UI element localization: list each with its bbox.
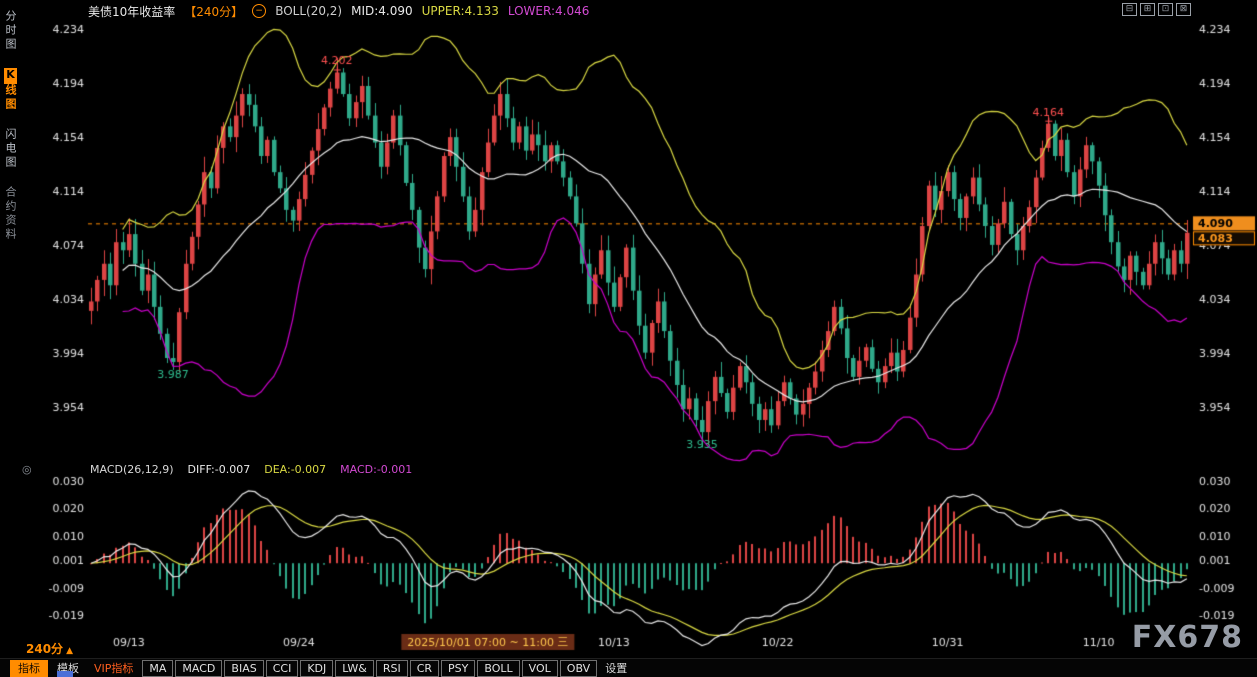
toolbar-tab-BOLL[interactable]: BOLL — [477, 660, 519, 677]
toolbar-tab-CR[interactable]: CR — [410, 660, 439, 677]
toolbar-tab-设置[interactable]: 设置 — [599, 660, 633, 677]
main-chart-canvas[interactable] — [47, 24, 1257, 656]
period-badge-label: 240分 — [26, 642, 63, 656]
toolbar-tab-指标[interactable]: 指标 — [10, 660, 48, 677]
boll-mid-value: MID:4.090 — [351, 4, 413, 18]
period-expand-icon: ▲ — [66, 646, 73, 656]
sidebar-item-3[interactable]: 闪电图 — [2, 128, 18, 170]
toolbar-tab-OBV[interactable]: OBV — [560, 660, 597, 677]
app: 分时图 K线图闪电图合约资料 美债10年收益率 【240分】 − BOLL(20,… — [0, 0, 1257, 677]
layout-right-icon[interactable]: ⊡ — [1158, 3, 1173, 16]
macd-dea-value: DEA:-0.007 — [264, 463, 326, 476]
toolbar-tab-RSI[interactable]: RSI — [376, 660, 408, 677]
period-label: 【240分】 — [184, 3, 243, 20]
macd-macd-value: MACD:-0.001 — [340, 463, 412, 476]
collapse-icon[interactable]: − — [252, 4, 266, 18]
toolbar-tab-KDJ[interactable]: KDJ — [300, 660, 333, 677]
brand-watermark: FX678 — [1132, 620, 1243, 655]
boll-upper-value: UPPER:4.133 — [422, 4, 499, 18]
top-info-bar: 美债10年收益率 【240分】 − BOLL(20,2) MID:4.090 U… — [20, 0, 1257, 22]
toolbar-tab-BIAS[interactable]: BIAS — [224, 660, 263, 677]
layout-grid-icon[interactable]: ⊞ — [1140, 3, 1155, 16]
sidebar-item-1[interactable]: 分时图 — [2, 10, 18, 52]
period-badge[interactable]: 240分▲ — [26, 640, 73, 657]
sidebar-item-4[interactable]: 合约资料 — [2, 186, 18, 242]
toolbar-tab-MA[interactable]: MA — [142, 660, 173, 677]
toolbar-tab-PSY[interactable]: PSY — [441, 660, 475, 677]
left-chart-type-rail: 分时图 K线图闪电图合约资料 — [0, 0, 20, 665]
window-layout-controls: ⊟⊞⊡⊠ — [1122, 3, 1191, 16]
active-tab-badge: K — [4, 68, 17, 84]
boll-lower-value: LOWER:4.046 — [508, 4, 590, 18]
toolbar-tab-VIP指标[interactable]: VIP指标 — [88, 660, 139, 677]
macd-panel-icon[interactable]: ◎ — [22, 463, 32, 476]
boll-indicator-label: BOLL(20,2) — [275, 4, 342, 18]
blue-indicator — [57, 671, 73, 677]
toolbar-tab-VOL[interactable]: VOL — [522, 660, 558, 677]
sidebar-item-2[interactable]: K线图 — [2, 68, 18, 112]
toolbar-tab-MACD[interactable]: MACD — [175, 660, 222, 677]
layout-left-icon[interactable]: ⊟ — [1122, 3, 1137, 16]
instrument-title: 美债10年收益率 — [88, 3, 175, 20]
macd-header: MACD(26,12,9) DIFF:-0.007 DEA:-0.007 MAC… — [90, 463, 412, 476]
toolbar-tab-LW&[interactable]: LW& — [335, 660, 374, 677]
bottom-toolbar: 指标模板VIP指标MAMACDBIASCCIKDJLW&RSICRPSYBOLL… — [0, 658, 1257, 677]
layout-full-icon[interactable]: ⊠ — [1176, 3, 1191, 16]
toolbar-tab-CCI[interactable]: CCI — [266, 660, 299, 677]
macd-diff-value: DIFF:-0.007 — [188, 463, 251, 476]
macd-indicator-label: MACD(26,12,9) — [90, 463, 174, 476]
